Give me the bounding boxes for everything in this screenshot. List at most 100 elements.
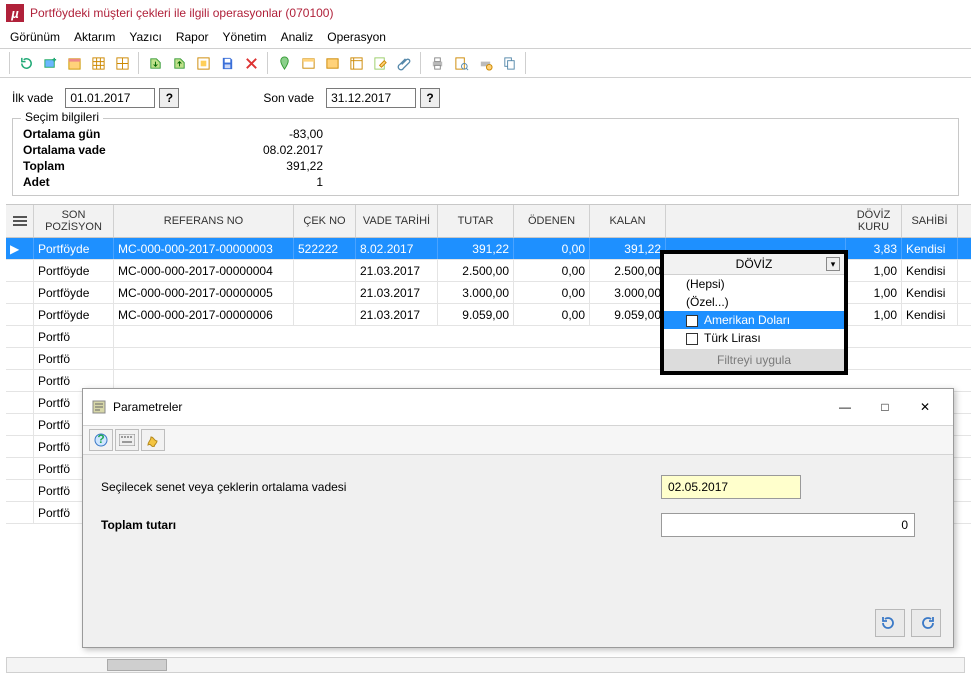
col-cek-no[interactable]: ÇEK NO [294, 205, 356, 237]
copy-icon[interactable] [498, 52, 520, 74]
dialog-cancel-button[interactable] [911, 609, 941, 637]
col-doviz-kuru[interactable]: DÖVİZ KURU [846, 205, 902, 237]
toplam-value: 391,22 [183, 159, 323, 173]
window-titlebar: µ Portföydeki müşteri çekleri ile ilgili… [0, 0, 971, 26]
son-vade-label: Son vade [263, 91, 314, 105]
row-selector-header[interactable] [6, 205, 34, 237]
scrollbar-thumb[interactable] [107, 659, 167, 671]
menu-yazici[interactable]: Yazıcı [129, 30, 161, 44]
doviz-filter-dropdown[interactable]: DÖVİZ ▾ (Hepsi) (Özel...) Amerikan Dolar… [660, 250, 848, 375]
cell-pozisyon: Portfö [34, 348, 114, 369]
filter-apply-button[interactable]: Filtreyi uygula [664, 349, 844, 371]
cell-pozisyon: Portföyde [34, 304, 114, 325]
filter-dropdown-icon[interactable]: ▾ [826, 257, 840, 271]
grid-header-row: SON POZİSYON REFERANS NO ÇEK NO VADE TAR… [6, 204, 971, 238]
col-tutar[interactable]: TUTAR [438, 205, 514, 237]
col-kalan[interactable]: KALAN [590, 205, 666, 237]
col-vade-tarihi[interactable]: VADE TARİHİ [356, 205, 438, 237]
date-filter-row: İlk vade ? Son vade ? [0, 78, 971, 114]
delete-icon[interactable] [240, 52, 262, 74]
col-son-pozisyon[interactable]: SON POZİSYON [34, 205, 114, 237]
menu-gorunum[interactable]: Görünüm [10, 30, 60, 44]
keyboard-icon[interactable] [115, 429, 139, 451]
attachment-icon[interactable] [393, 52, 415, 74]
menu-yonetim[interactable]: Yönetim [223, 30, 267, 44]
window1-icon[interactable] [297, 52, 319, 74]
grid1-icon[interactable] [87, 52, 109, 74]
son-vade-picker-button[interactable]: ? [420, 88, 440, 108]
horizontal-scrollbar[interactable] [6, 657, 965, 673]
ilk-vade-input[interactable] [65, 88, 155, 108]
add-card-icon[interactable] [39, 52, 61, 74]
cell-kalan: 2.500,00 [590, 260, 666, 281]
toplam-tutari-input[interactable] [661, 513, 915, 537]
cell-vade: 21.03.2017 [356, 304, 438, 325]
preview-icon[interactable] [450, 52, 472, 74]
filter-header[interactable]: DÖVİZ ▾ [664, 254, 844, 275]
export-icon[interactable] [144, 52, 166, 74]
filter-option-usd[interactable]: Amerikan Doları [664, 311, 844, 329]
checkbox-icon[interactable] [686, 315, 698, 327]
cell-sahibi: Kendisi [902, 238, 958, 259]
menubar: Görünüm Aktarım Yazıcı Rapor Yönetim Ana… [0, 26, 971, 48]
row-marker [6, 260, 34, 281]
avg-maturity-input[interactable] [661, 475, 801, 499]
save-icon[interactable] [216, 52, 238, 74]
cell-kur: 1,00 [846, 282, 902, 303]
save-grid-icon[interactable] [192, 52, 214, 74]
grid3-icon[interactable] [345, 52, 367, 74]
row-marker [6, 436, 34, 457]
calendar-icon[interactable] [63, 52, 85, 74]
dialog-titlebar[interactable]: Parametreler — □ ✕ [83, 389, 953, 425]
ortalama-vade-value: 08.02.2017 [183, 143, 323, 157]
settings-print-icon[interactable] [474, 52, 496, 74]
menu-operasyon[interactable]: Operasyon [327, 30, 386, 44]
row-marker [6, 370, 34, 391]
edit-note-icon[interactable] [369, 52, 391, 74]
rows-menu-icon[interactable] [12, 216, 28, 226]
filter-option-custom[interactable]: (Özel...) [664, 293, 844, 311]
cell-cekno [294, 282, 356, 303]
cell-tutar: 3.000,00 [438, 282, 514, 303]
col-odenen[interactable]: ÖDENEN [514, 205, 590, 237]
filter-option-try[interactable]: Türk Lirası [664, 329, 844, 347]
row-marker: ▶ [6, 238, 34, 259]
cell-odenen: 0,00 [514, 260, 590, 281]
grid2-icon[interactable] [111, 52, 133, 74]
ilk-vade-picker-button[interactable]: ? [159, 88, 179, 108]
minimize-button[interactable]: — [825, 395, 865, 419]
app-icon: µ [6, 4, 24, 22]
col-sahibi[interactable]: SAHİBİ [902, 205, 958, 237]
ortalama-vade-label: Ortalama vade [23, 143, 183, 157]
map-pin-icon[interactable] [273, 52, 295, 74]
cell-sahibi: Kendisi [902, 282, 958, 303]
maximize-button[interactable]: □ [865, 395, 905, 419]
cell-odenen: 0,00 [514, 238, 590, 259]
script-icon[interactable] [141, 429, 165, 451]
row-marker [6, 414, 34, 435]
menu-analiz[interactable]: Analiz [281, 30, 314, 44]
menu-aktarim[interactable]: Aktarım [74, 30, 115, 44]
son-vade-input[interactable] [326, 88, 416, 108]
toplam-tutari-label: Toplam tutarı [101, 518, 661, 532]
cell-odenen: 0,00 [514, 282, 590, 303]
cell-pozisyon: Portföyde [34, 238, 114, 259]
cell-vade: 21.03.2017 [356, 282, 438, 303]
cell-referans: MC-000-000-2017-00000006 [114, 304, 294, 325]
dialog-body: Seçilecek senet veya çeklerin ortalama v… [83, 455, 953, 571]
close-button[interactable]: ✕ [905, 395, 945, 419]
help-icon[interactable]: ? [89, 429, 113, 451]
cell-tutar: 9.059,00 [438, 304, 514, 325]
menu-rapor[interactable]: Rapor [176, 30, 209, 44]
filter-option-all[interactable]: (Hepsi) [664, 275, 844, 293]
window2-icon[interactable] [321, 52, 343, 74]
import-icon[interactable] [168, 52, 190, 74]
cell-sahibi: Kendisi [902, 260, 958, 281]
dialog-icon [91, 399, 107, 415]
col-referans-no[interactable]: REFERANS NO [114, 205, 294, 237]
dialog-ok-button[interactable] [875, 609, 905, 637]
print-icon[interactable] [426, 52, 448, 74]
checkbox-icon[interactable] [686, 333, 698, 345]
refresh-icon[interactable] [15, 52, 37, 74]
row-marker [6, 502, 34, 523]
